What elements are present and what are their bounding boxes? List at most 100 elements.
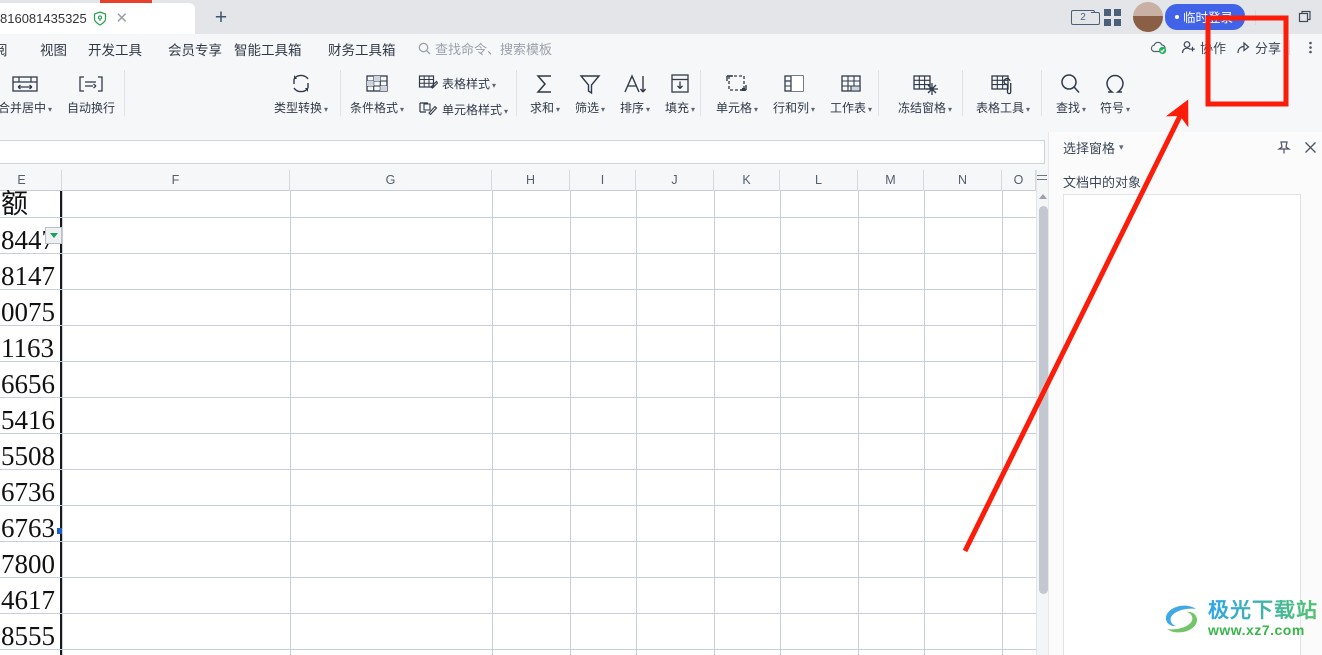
column-header-K[interactable]: K (714, 170, 780, 191)
avatar[interactable] (1132, 2, 1163, 32)
grid-vline (492, 191, 493, 655)
login-button[interactable]: 临时登录 (1164, 4, 1245, 30)
window-controls: 2 临时登录 (1069, 0, 1322, 34)
menu-item-view[interactable]: 视图 (40, 39, 67, 59)
document-tab-title: 816081435325 (0, 11, 87, 26)
scroll-thumb[interactable] (1039, 206, 1048, 594)
cell-style-button[interactable]: 单元格样式 ▾ (418, 100, 508, 118)
column-header-N[interactable]: N (924, 170, 1002, 191)
chevron-down-icon[interactable]: ▾ (1119, 142, 1124, 153)
merge-center-button[interactable]: 合并居中 ▾ (0, 68, 54, 116)
grid-hline (0, 361, 1036, 362)
wps-spreadsheet-window: 816081435325 ✕ + 2 临时登录 阅 视图 开发工具 会员专享 智… (0, 0, 1322, 655)
document-tab[interactable]: 816081435325 ✕ (0, 3, 195, 34)
cell-button[interactable]: 单元格 ▾ (708, 68, 766, 116)
share-button[interactable]: 分享 (1236, 38, 1281, 57)
column-header-G[interactable]: G (290, 170, 492, 191)
table-style-button[interactable]: 表格样式 ▾ (418, 74, 496, 92)
rows-cols-label: 行和列 (772, 101, 809, 115)
user-add-icon (1181, 41, 1195, 54)
watermark-url: www.xz7.com (1208, 622, 1305, 638)
cell-icon (723, 68, 751, 96)
omega-icon (1102, 68, 1128, 96)
conditional-format-icon (362, 68, 392, 96)
type-convert-label: 类型转换 (273, 101, 322, 115)
filter-dropdown-icon[interactable] (45, 227, 62, 244)
shield-icon (93, 11, 107, 26)
column-header-L[interactable]: L (780, 170, 858, 191)
grid-hline (0, 505, 1036, 506)
more-vertical-icon[interactable] (1308, 40, 1316, 55)
search-command-box[interactable]: 查找命令、搜索模板 (418, 39, 552, 58)
column-e-cells[interactable]: 额 8447 8147 0075 1163 6656 5416 5508 6736 6763 780… (0, 189, 62, 655)
apps-grid-icon[interactable] (1099, 4, 1127, 30)
menu-item-member[interactable]: 会员专享 (168, 39, 222, 59)
cell-label: 单元格 (715, 101, 752, 115)
grid-hline (0, 325, 1036, 326)
scroll-up-icon[interactable] (1039, 194, 1047, 199)
conditional-format-button[interactable]: 条件格式 ▾ (348, 68, 406, 116)
rows-cols-button[interactable]: 行和列 ▾ (765, 68, 823, 116)
watermark: 极光下载站 www.xz7.com (1158, 596, 1318, 642)
column-header-I[interactable]: I (570, 170, 636, 191)
grid-vline (636, 191, 637, 655)
split-handle[interactable] (1036, 172, 1048, 186)
selection-pane-title: 选择窗格 (1063, 140, 1116, 156)
menu-item-review[interactable]: 阅 (0, 39, 8, 59)
menu-item-smart-toolbox[interactable]: 智能工具箱 (234, 39, 302, 59)
grid-hline (0, 613, 1036, 614)
freeze-panes-button[interactable]: 冻结窗格 ▾ (890, 68, 960, 116)
menu-item-finance-toolbox[interactable]: 财务工具箱 (328, 39, 396, 59)
grid-hline (0, 217, 1036, 218)
column-header-O[interactable]: O (1002, 170, 1036, 191)
pin-icon[interactable] (1271, 134, 1297, 160)
grid-cells[interactable]: 额 8447 8147 0075 1163 6656 5416 5508 6736 6763 780… (0, 189, 1048, 655)
minimize-icon[interactable] (1258, 0, 1288, 34)
close-tab-icon[interactable]: ✕ (115, 11, 129, 26)
table-tools-icon (988, 68, 1018, 96)
merge-center-label: 合并居中 (0, 101, 46, 115)
cell-style-label: 单元格样式 (442, 102, 503, 117)
menu-bar: 阅 视图 开发工具 会员专享 智能工具箱 财务工具箱 查找命令、搜索模板 协作 … (0, 34, 1322, 62)
restore-icon[interactable] (1290, 0, 1320, 34)
close-icon[interactable] (1297, 134, 1322, 160)
worksheet-label: 工作表 (829, 101, 866, 115)
column-header-J[interactable]: J (636, 170, 714, 191)
column-header-M[interactable]: M (858, 170, 924, 191)
grid-vline (714, 191, 715, 655)
freeze-panes-icon (910, 68, 940, 96)
merge-cells-icon (10, 68, 40, 96)
collaborate-label: 协作 (1199, 41, 1226, 56)
filter-label: 筛选 (574, 101, 599, 115)
wrap-text-button[interactable]: 自动换行 (62, 68, 120, 116)
new-tab-icon[interactable]: + (210, 7, 232, 30)
selection-pane-subtitle: 文档中的对象 (1063, 175, 1142, 190)
grid-vline (290, 191, 291, 655)
column-header-H[interactable]: H (492, 170, 570, 191)
column-header-F[interactable]: F (62, 170, 290, 191)
formula-input[interactable] (0, 140, 1045, 164)
share-icon (1237, 41, 1250, 54)
fill-label: 填充 (664, 101, 689, 115)
grid-vline (62, 191, 63, 655)
vertical-scrollbar[interactable] (1036, 170, 1048, 655)
menu-item-devtools[interactable]: 开发工具 (88, 39, 142, 59)
selection-pane-header: 选择窗格 ▾ (1049, 132, 1322, 162)
search-icon (1058, 68, 1084, 96)
aurora-logo-icon (1165, 605, 1198, 633)
collaborate-button[interactable]: 协作 (1181, 38, 1226, 57)
selection-pane-object-list[interactable] (1063, 194, 1301, 655)
sheet-count-indicator[interactable]: 2 (1069, 4, 1100, 30)
grid-hline (0, 649, 1036, 650)
worksheet-button[interactable]: 工作表 ▾ (822, 68, 880, 116)
symbol-button[interactable]: 符号 ▾ (1086, 68, 1144, 116)
cell-style-icon (419, 102, 438, 116)
rows-columns-icon (780, 68, 808, 96)
grid-hline (0, 469, 1036, 470)
table-tools-button[interactable]: 表格工具 ▾ (968, 68, 1038, 116)
cloud-sync-icon[interactable] (1149, 40, 1171, 55)
type-convert-button[interactable]: 类型转换 ▾ (272, 68, 330, 116)
spreadsheet-grid: EFGHIJKLMNO 额 8447 8147 0075 1163 6656 5416 550… (0, 170, 1048, 655)
freeze-panes-label: 冻结窗格 (897, 101, 946, 115)
grid-hline (0, 253, 1036, 254)
